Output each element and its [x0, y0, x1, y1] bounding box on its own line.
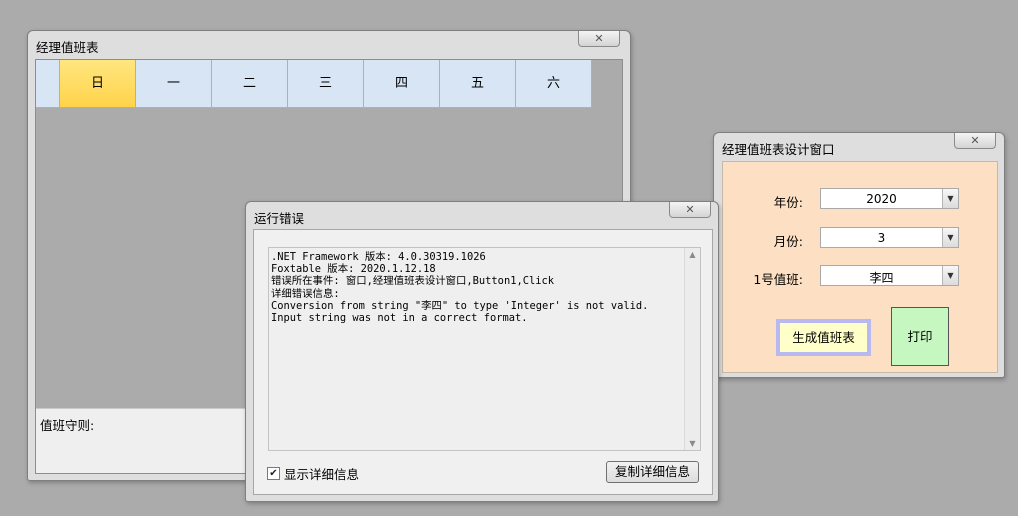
design-titlebar[interactable]: 经理值班表设计窗口 ✕	[714, 133, 1004, 159]
weekday-header-mon[interactable]: 一	[136, 60, 212, 108]
close-icon: ✕	[594, 32, 604, 45]
weekday-header-wed[interactable]: 三	[288, 60, 364, 108]
weekday-header-sat[interactable]: 六	[516, 60, 592, 108]
schedule-titlebar[interactable]: 经理值班表 ✕	[28, 31, 630, 57]
schedule-close-button[interactable]: ✕	[578, 31, 620, 47]
scroll-down-arrow-icon[interactable]: ▼	[685, 439, 700, 448]
show-details-label[interactable]: 显示详细信息	[284, 467, 359, 482]
dropdown-arrow-icon[interactable]: ▼	[942, 228, 958, 247]
error-details-scrollbar[interactable]: ▲ ▼	[684, 248, 700, 450]
error-client-area: .NET Framework 版本: 4.0.30319.1026 Foxtabl…	[253, 229, 713, 495]
weekday-header-thu[interactable]: 四	[364, 60, 440, 108]
design-window-title: 经理值班表设计窗口	[722, 142, 835, 157]
month-value: 3	[877, 231, 886, 245]
error-details-textbox[interactable]: .NET Framework 版本: 4.0.30319.1026 Foxtabl…	[268, 247, 701, 451]
month-combo[interactable]: 3 ▼	[820, 227, 959, 248]
print-button[interactable]: 打印	[891, 307, 949, 366]
close-icon: ✕	[970, 134, 980, 147]
year-value: 2020	[866, 192, 897, 206]
error-dialog-title: 运行错误	[254, 211, 305, 226]
design-form-panel: 年份: 2020 ▼ 月份: 3 ▼ 1号值班: 李四 ▼ 生成值班表 打印	[722, 161, 998, 373]
weekday-header-fri[interactable]: 五	[440, 60, 516, 108]
duty-rules-label: 值班守则:	[40, 418, 95, 433]
duty-combo[interactable]: 李四 ▼	[820, 265, 959, 286]
copy-details-button[interactable]: 复制详细信息	[606, 461, 699, 483]
grid-corner-cell[interactable]	[36, 60, 60, 108]
close-icon: ✕	[685, 203, 695, 216]
error-line: Input string was not in a correct format…	[271, 312, 528, 325]
duty-label: 1号值班:	[753, 272, 803, 287]
show-details-checkbox[interactable]: ✔	[267, 467, 280, 480]
error-line: 详细错误信息:	[271, 287, 340, 300]
design-close-button[interactable]: ✕	[954, 133, 996, 149]
error-line: Foxtable 版本: 2020.1.12.18	[271, 263, 436, 276]
error-line: Conversion from string "李四" to type 'Int…	[271, 299, 649, 312]
scroll-up-arrow-icon[interactable]: ▲	[685, 250, 700, 259]
dropdown-arrow-icon[interactable]: ▼	[942, 189, 958, 208]
generate-schedule-button[interactable]: 生成值班表	[776, 319, 871, 356]
error-close-button[interactable]: ✕	[669, 202, 711, 218]
error-details-text: .NET Framework 版本: 4.0.30319.1026 Foxtabl…	[271, 251, 648, 324]
show-details-row: ✔ 显示详细信息	[267, 464, 359, 482]
design-window: 经理值班表设计窗口 ✕ 年份: 2020 ▼ 月份: 3 ▼ 1号值班: 李四 …	[713, 132, 1005, 378]
schedule-window-title: 经理值班表	[36, 40, 99, 55]
error-line: 错误所在事件: 窗口,经理值班表设计窗口,Button1,Click	[271, 275, 554, 288]
weekday-header-row: 日 一 二 三 四 五 六	[36, 60, 592, 108]
weekday-header-sun[interactable]: 日	[60, 60, 136, 108]
error-dialog: 运行错误 ✕ .NET Framework 版本: 4.0.30319.1026…	[245, 201, 719, 502]
year-label: 年份:	[773, 195, 803, 210]
weekday-header-tue[interactable]: 二	[212, 60, 288, 108]
year-combo[interactable]: 2020 ▼	[820, 188, 959, 209]
checkmark-icon: ✔	[269, 468, 278, 479]
error-titlebar[interactable]: 运行错误 ✕	[246, 202, 718, 228]
duty-value: 李四	[869, 271, 894, 285]
dropdown-arrow-icon[interactable]: ▼	[942, 266, 958, 285]
month-label: 月份:	[773, 234, 803, 249]
error-line: .NET Framework 版本: 4.0.30319.1026	[271, 251, 486, 263]
